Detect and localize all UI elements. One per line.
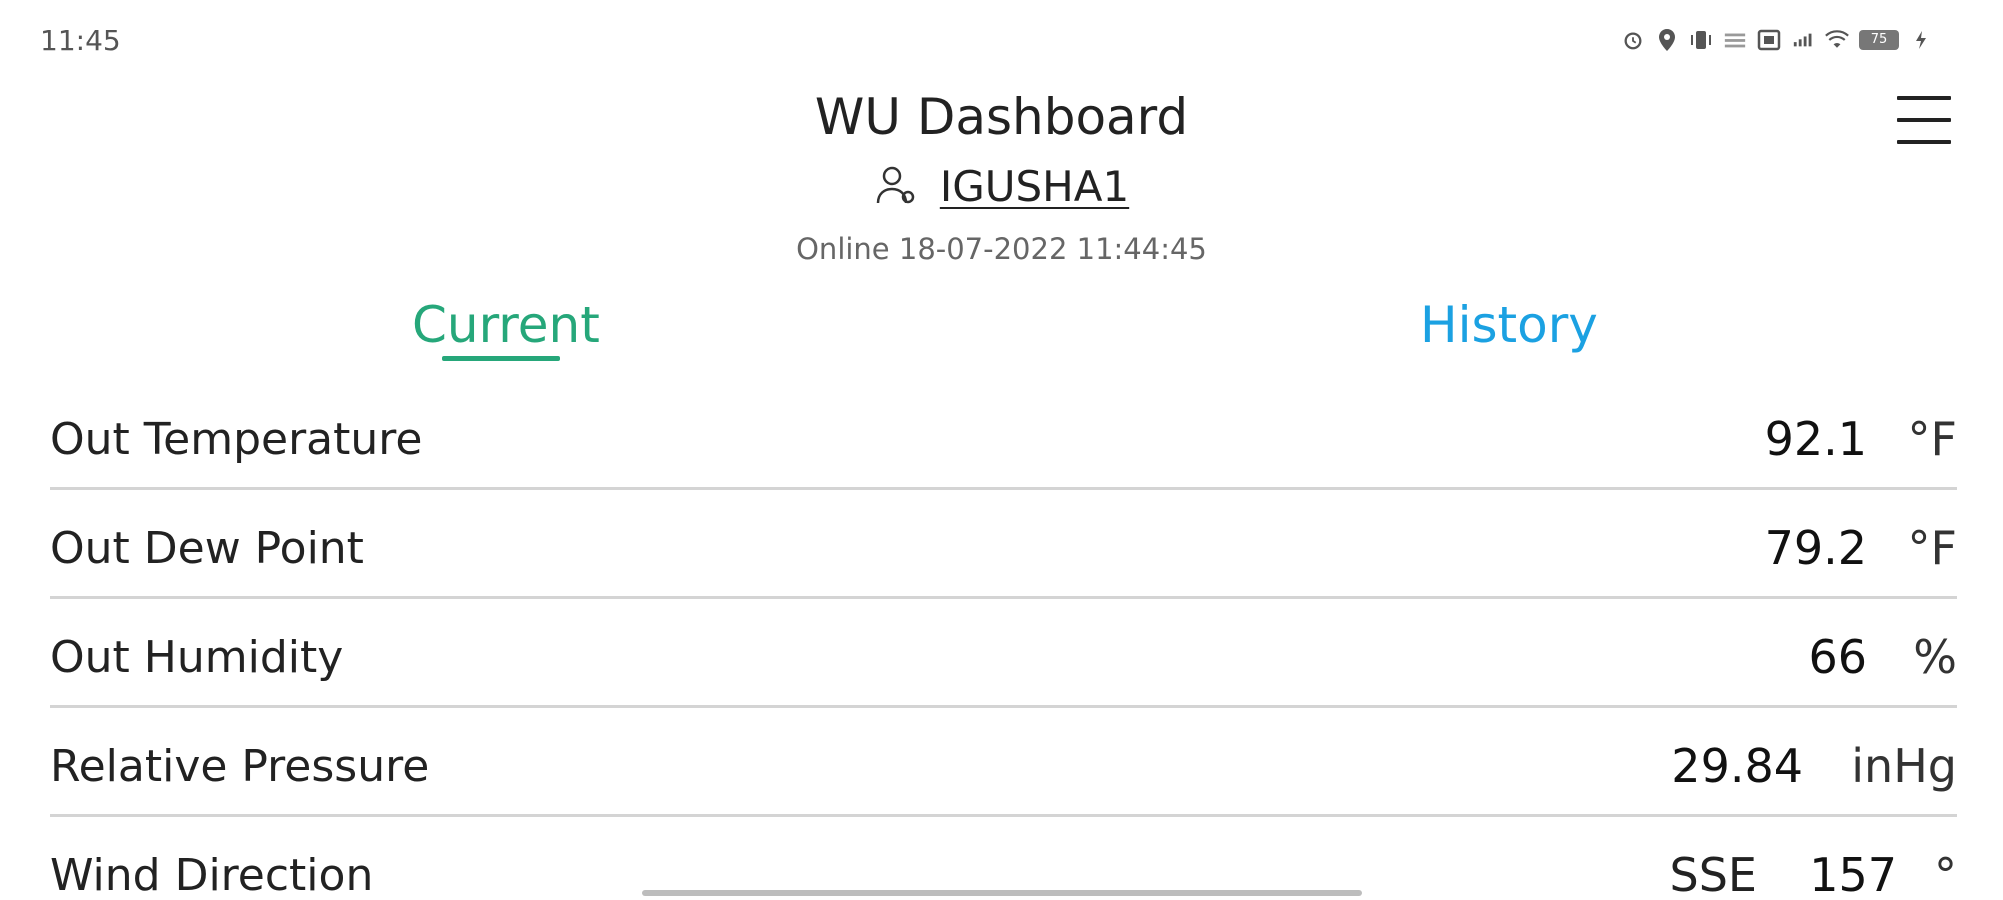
battery-icon: 75 xyxy=(1859,30,1899,50)
reading-row-out-humidity: Out Humidity 66 % xyxy=(50,600,1957,708)
reading-unit: °F xyxy=(1907,521,1957,575)
charging-icon xyxy=(1909,28,1933,52)
online-status: Online 18-07-2022 11:44:45 xyxy=(796,232,1207,266)
tab-active-indicator xyxy=(442,356,560,361)
wifi-icon xyxy=(1825,28,1849,52)
vibrate-icon xyxy=(1689,28,1713,52)
tab-current[interactable]: Current xyxy=(412,296,600,361)
reading-unit: inHg xyxy=(1851,739,1957,793)
reading-label: Out Humidity xyxy=(50,632,344,683)
status-icons: 75 xyxy=(1621,28,1933,52)
reading-label: Wind Direction xyxy=(50,850,374,900)
row-divider xyxy=(50,596,1957,599)
row-divider xyxy=(50,487,1957,490)
reading-unit: ° xyxy=(1934,848,1957,900)
reading-row-wind-direction: Wind Direction SSE 157 ° xyxy=(50,818,1957,900)
menu-line xyxy=(1897,96,1951,100)
reading-unit: °F xyxy=(1907,412,1957,466)
data-speed-icon xyxy=(1723,28,1747,52)
reading-row-out-temperature: Out Temperature 92.1 °F xyxy=(50,382,1957,490)
user-settings-icon xyxy=(874,163,918,211)
reading-value: 66 xyxy=(1808,630,1867,684)
hamburger-menu-icon[interactable] xyxy=(1897,96,1951,144)
row-divider xyxy=(50,814,1957,817)
app-title: WU Dashboard xyxy=(814,88,1189,146)
alarm-icon xyxy=(1621,28,1645,52)
tab-history[interactable]: History xyxy=(1420,296,1598,354)
tab-current-label: Current xyxy=(412,296,600,354)
reading-value: 92.1 xyxy=(1764,412,1867,466)
row-divider xyxy=(50,705,1957,708)
menu-line xyxy=(1897,118,1951,122)
gesture-navigation-bar[interactable] xyxy=(642,890,1362,896)
status-time: 11:45 xyxy=(40,24,121,57)
signal-icon xyxy=(1791,28,1815,52)
reading-row-relative-pressure: Relative Pressure 29.84 inHg xyxy=(50,709,1957,817)
station-row: IGUSHA1 xyxy=(0,162,2003,211)
reading-label: Out Dew Point xyxy=(50,523,364,574)
reading-label: Out Temperature xyxy=(50,414,423,465)
reading-row-out-dew-point: Out Dew Point 79.2 °F xyxy=(50,491,1957,599)
reading-label: Relative Pressure xyxy=(50,741,430,792)
tab-history-label: History xyxy=(1420,296,1598,354)
location-icon xyxy=(1655,28,1679,52)
station-id-link[interactable]: IGUSHA1 xyxy=(940,162,1129,211)
reading-value: 79.2 xyxy=(1764,521,1867,575)
menu-line xyxy=(1897,140,1951,144)
reading-value: 29.84 xyxy=(1671,739,1803,793)
reading-unit: % xyxy=(1913,630,1957,684)
reading-value: 157 xyxy=(1809,848,1897,900)
screen: 11:45 75 WU Dashboard IGUSHA1 Online 18-… xyxy=(0,0,2003,900)
nfc-icon xyxy=(1757,28,1781,52)
wind-direction-cardinal: SSE xyxy=(1669,848,1757,900)
